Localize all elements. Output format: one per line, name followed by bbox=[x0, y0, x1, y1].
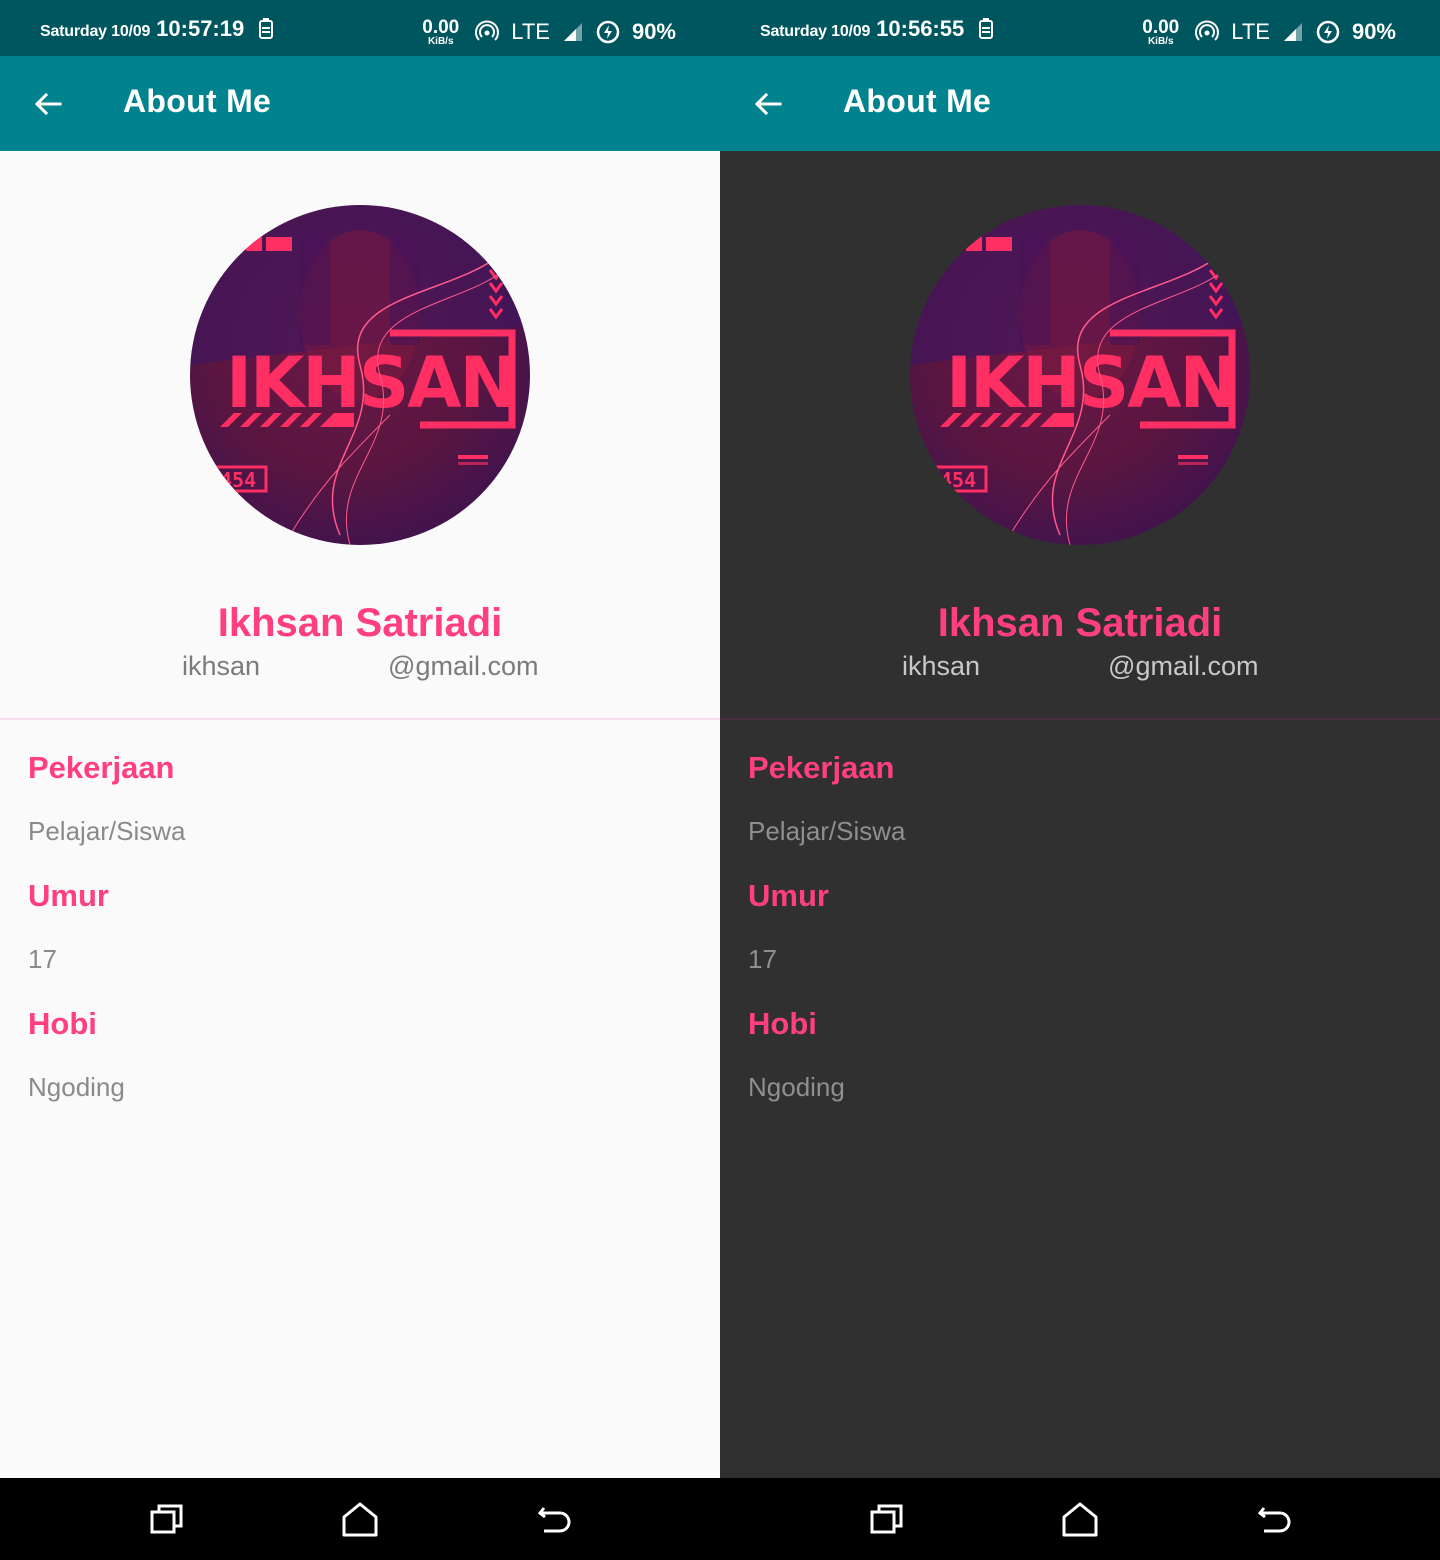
avatar bbox=[910, 205, 1250, 545]
battery-saver-icon bbox=[259, 18, 274, 39]
hotspot-icon bbox=[475, 20, 500, 41]
profile-header: Ikhsan Satriadi ikhsan @gmail.com bbox=[720, 151, 1440, 718]
home-icon[interactable] bbox=[1055, 1494, 1105, 1544]
value-hobi: Ngoding bbox=[28, 1072, 125, 1102]
charging-icon bbox=[1316, 20, 1340, 44]
page-title: About Me bbox=[843, 83, 992, 119]
battery-saver-icon bbox=[979, 18, 994, 39]
profile-name: Ikhsan Satriadi bbox=[937, 601, 1223, 645]
navigation-bar bbox=[0, 1478, 1440, 1560]
back-icon[interactable] bbox=[530, 1494, 580, 1544]
label-pekerjaan: Pekerjaan bbox=[748, 750, 895, 785]
screen-dark: Saturday 10/09 10:56:55 0.00 KiB/s LTE 9… bbox=[720, 0, 1440, 1478]
recents-icon[interactable] bbox=[142, 1494, 192, 1544]
email-redaction bbox=[260, 655, 388, 675]
arrow-back-icon[interactable] bbox=[24, 80, 72, 128]
network-type: LTE bbox=[1231, 19, 1270, 44]
label-umur: Umur bbox=[28, 878, 109, 913]
label-umur: Umur bbox=[748, 878, 829, 913]
network-speed: 0.00 KiB/s bbox=[422, 16, 460, 47]
label-hobi: Hobi bbox=[28, 1006, 97, 1041]
profile-email: ikhsan @gmail.com bbox=[902, 651, 1259, 681]
profile-header: Ikhsan Satriadi ikhsan @gmail.com bbox=[0, 151, 720, 718]
battery-level: 90% bbox=[1351, 19, 1396, 44]
value-hobi: Ngoding bbox=[748, 1072, 845, 1102]
status-bar: Saturday 10/09 10:56:55 0.00 KiB/s LTE 9… bbox=[720, 0, 1440, 56]
charging-icon bbox=[596, 20, 620, 44]
divider bbox=[0, 718, 720, 720]
app-bar: About Me bbox=[0, 56, 720, 151]
status-time: 10:57:19 bbox=[156, 16, 245, 41]
email-redaction bbox=[980, 655, 1108, 675]
battery-level: 90% bbox=[631, 19, 676, 44]
network-type: LTE bbox=[511, 19, 550, 44]
status-time: 10:56:55 bbox=[876, 16, 965, 41]
signal-icon bbox=[1283, 23, 1302, 41]
status-bar: Saturday 10/09 10:57:19 0.00 KiB/s LTE 9… bbox=[0, 0, 720, 56]
back-icon[interactable] bbox=[1250, 1494, 1300, 1544]
arrow-back-icon[interactable] bbox=[744, 80, 792, 128]
profile-email: ikhsan @gmail.com bbox=[182, 651, 539, 681]
value-pekerjaan: Pelajar/Siswa bbox=[28, 816, 186, 846]
value-umur: 17 bbox=[748, 944, 777, 974]
label-hobi: Hobi bbox=[748, 1006, 817, 1041]
status-date: Saturday 10/09 bbox=[40, 23, 151, 40]
label-pekerjaan: Pekerjaan bbox=[28, 750, 175, 785]
hotspot-icon bbox=[1195, 20, 1220, 41]
recents-icon[interactable] bbox=[862, 1494, 912, 1544]
home-icon[interactable] bbox=[335, 1494, 385, 1544]
status-date: Saturday 10/09 bbox=[760, 23, 871, 40]
value-umur: 17 bbox=[28, 944, 57, 974]
signal-icon bbox=[563, 23, 582, 41]
screen-light: Saturday 10/09 10:57:19 0.00 KiB/s LTE 9… bbox=[0, 0, 720, 1478]
avatar bbox=[190, 205, 530, 545]
profile-name: Ikhsan Satriadi bbox=[217, 601, 503, 645]
divider bbox=[720, 718, 1440, 720]
page-title: About Me bbox=[123, 83, 272, 119]
network-speed: 0.00 KiB/s bbox=[1142, 16, 1180, 47]
value-pekerjaan: Pelajar/Siswa bbox=[748, 816, 906, 846]
app-bar: About Me bbox=[720, 56, 1440, 151]
